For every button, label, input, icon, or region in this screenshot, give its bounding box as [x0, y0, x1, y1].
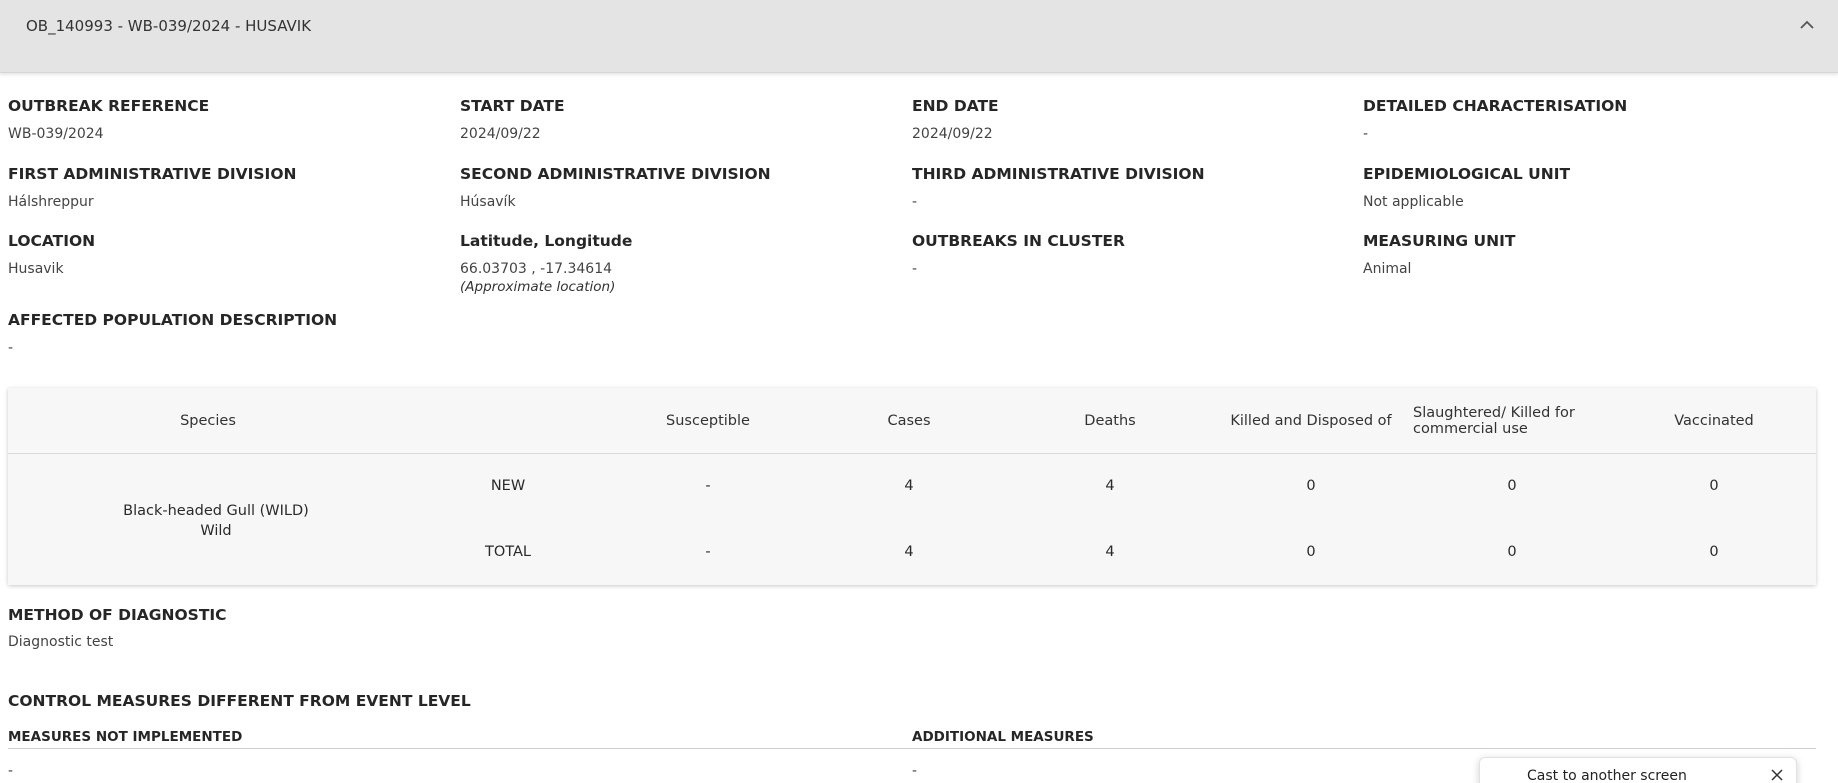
additional-measures-label: ADDITIONAL MEASURES [912, 729, 1094, 745]
col-killed: Killed and Disposed of [1230, 413, 1392, 429]
field-value: - [912, 261, 918, 277]
field-third-admin-division: THIRD ADMINISTRATIVE DIVISION - [912, 165, 1352, 210]
divider [8, 748, 1816, 749]
col-species: Species [180, 413, 236, 429]
row-new-susceptible: - [705, 478, 711, 494]
field-detailed-characterisation: DETAILED CHARACTERISATION - [1363, 97, 1803, 142]
field-second-admin-division: SECOND ADMINISTRATIVE DIVISION Húsavík [460, 165, 900, 210]
field-label: FIRST ADMINISTRATIVE DIVISION [8, 165, 297, 183]
field-value: 66.03703 , -17.34614 [460, 261, 613, 277]
diagnostic-label: METHOD OF DIAGNOSTIC [8, 606, 227, 624]
field-value: WB-039/2024 [8, 126, 104, 142]
row-new-vaccinated: 0 [1709, 478, 1719, 494]
row-total-susceptible: - [705, 544, 711, 560]
field-value: - [1363, 126, 1369, 142]
field-outbreak-reference: OUTBREAK REFERENCE WB-039/2024 [8, 97, 448, 142]
field-outbreaks-in-cluster: OUTBREAKS IN CLUSTER - [912, 232, 1352, 277]
row-total-type: TOTAL [485, 544, 531, 560]
field-label: MEASURING UNIT [1363, 232, 1516, 250]
field-label: SECOND ADMINISTRATIVE DIVISION [460, 165, 771, 183]
approximate-location-note: (Approximate location) [460, 279, 616, 295]
field-end-date: END DATE 2024/09/22 [912, 97, 1352, 142]
field-label: END DATE [912, 97, 999, 115]
col-vaccinated: Vaccinated [1674, 413, 1754, 429]
control-measures-title: CONTROL MEASURES DIFFERENT FROM EVENT LE… [8, 692, 471, 710]
field-first-admin-division: FIRST ADMINISTRATIVE DIVISION Hálshreppu… [8, 165, 448, 210]
chevron-up-icon[interactable] [1796, 14, 1818, 36]
field-label: LOCATION [8, 232, 96, 250]
field-label: THIRD ADMINISTRATIVE DIVISION [912, 165, 1205, 183]
measures-not-implemented-value: - [8, 763, 14, 779]
row-total-killed: 0 [1306, 544, 1316, 560]
field-value: Hálshreppur [8, 194, 94, 210]
field-label: AFFECTED POPULATION DESCRIPTION [8, 311, 338, 329]
field-value: 2024/09/22 [460, 126, 541, 142]
col-slaughtered-line2: commercial use [1413, 421, 1528, 437]
outbreak-header[interactable]: OB_140993 - WB-039/2024 - HUSAVIK [0, 0, 1838, 73]
cast-toast-text: Cast to another screen [1527, 768, 1687, 783]
row-new-deaths: 4 [1105, 478, 1115, 494]
field-measuring-unit: MEASURING UNIT Animal [1363, 232, 1803, 277]
measures-not-implemented-label: MEASURES NOT IMPLEMENTED [8, 729, 243, 745]
species-cell: Black-headed Gull (WILD) Wild [16, 501, 416, 541]
field-lat-long: Latitude, Longitude 66.03703 , -17.34614… [460, 232, 900, 295]
row-total-slaughtered: 0 [1507, 544, 1517, 560]
col-cases: Cases [887, 413, 931, 429]
close-icon[interactable] [1769, 767, 1785, 783]
field-value: Animal [1363, 261, 1412, 277]
row-new-type: NEW [490, 478, 526, 494]
col-deaths: Deaths [1084, 413, 1136, 429]
field-label: Latitude, Longitude [460, 232, 633, 250]
field-epidemiological-unit: EPIDEMIOLOGICAL UNIT Not applicable [1363, 165, 1803, 210]
field-label: EPIDEMIOLOGICAL UNIT [1363, 165, 1571, 183]
outbreak-title: OB_140993 - WB-039/2024 - HUSAVIK [26, 17, 312, 35]
row-new-cases: 4 [904, 478, 914, 494]
field-value: Husavik [8, 261, 64, 277]
field-affected-population: AFFECTED POPULATION DESCRIPTION - [8, 311, 448, 356]
field-label: DETAILED CHARACTERISATION [1363, 97, 1628, 115]
field-location: LOCATION Husavik [8, 232, 448, 277]
field-value: - [912, 194, 918, 210]
table-header: Species Susceptible Cases Deaths Killed … [8, 388, 1816, 454]
row-total-cases: 4 [904, 544, 914, 560]
row-total-deaths: 4 [1105, 544, 1115, 560]
additional-measures-value: - [912, 763, 918, 779]
field-label: OUTBREAKS IN CLUSTER [912, 232, 1125, 250]
field-label: OUTBREAK REFERENCE [8, 97, 210, 115]
species-name: Black-headed Gull (WILD) [123, 503, 309, 519]
field-value: Húsavík [460, 194, 516, 210]
field-value: 2024/09/22 [912, 126, 993, 142]
cast-toast: Cast to another screen [1479, 757, 1797, 783]
field-start-date: START DATE 2024/09/22 [460, 97, 900, 142]
species-type: Wild [200, 523, 232, 539]
diagnostic-value: Diagnostic test [8, 634, 114, 650]
row-new-killed: 0 [1306, 478, 1316, 494]
row-new-slaughtered: 0 [1507, 478, 1517, 494]
species-table: Species Susceptible Cases Deaths Killed … [8, 388, 1816, 585]
row-total-vaccinated: 0 [1709, 544, 1719, 560]
field-label: START DATE [460, 97, 565, 115]
field-value: Not applicable [1363, 194, 1464, 210]
field-value: - [8, 340, 14, 356]
col-slaughtered: Slaughtered/ Killed for commercial use [1413, 388, 1613, 454]
col-susceptible: Susceptible [666, 413, 750, 429]
col-slaughtered-line1: Slaughtered/ Killed for [1413, 405, 1575, 421]
